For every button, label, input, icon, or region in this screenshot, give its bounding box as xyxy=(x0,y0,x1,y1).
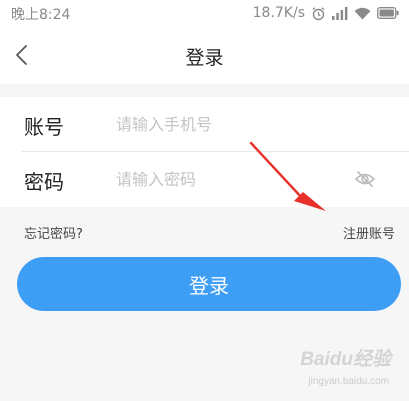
register-link[interactable]: 注册账号 xyxy=(343,223,395,242)
alarm-icon xyxy=(311,6,326,21)
eye-off-icon[interactable] xyxy=(354,168,376,190)
baidu-watermark: Baidu经验 jingyan.baidu.com xyxy=(281,344,391,396)
battery-icon xyxy=(377,7,399,19)
nav-bar: 登录 xyxy=(0,26,409,84)
watermark-url: jingyan.baidu.com xyxy=(308,376,389,387)
page-title: 登录 xyxy=(185,47,224,69)
wifi-icon xyxy=(354,7,371,20)
login-button[interactable]: 登录 xyxy=(17,257,401,311)
account-row: 账号 xyxy=(0,97,409,152)
status-bar: 晚上8:24 18.7K/s xyxy=(0,0,409,26)
status-time: 晚上8:24 xyxy=(11,7,71,23)
password-row: 密码 xyxy=(0,152,409,207)
watermark-brand: Baidu经验 xyxy=(300,349,391,370)
forgot-password-link[interactable]: 忘记密码? xyxy=(24,223,83,242)
password-input[interactable] xyxy=(116,164,336,194)
network-speed: 18.7K/s xyxy=(252,5,305,21)
account-label: 账号 xyxy=(24,115,64,139)
login-form: 账号 密码 xyxy=(0,97,409,207)
account-input[interactable] xyxy=(116,109,336,139)
status-icons: 18.7K/s xyxy=(253,4,399,22)
signal-icon xyxy=(332,6,348,20)
password-label: 密码 xyxy=(24,170,64,194)
